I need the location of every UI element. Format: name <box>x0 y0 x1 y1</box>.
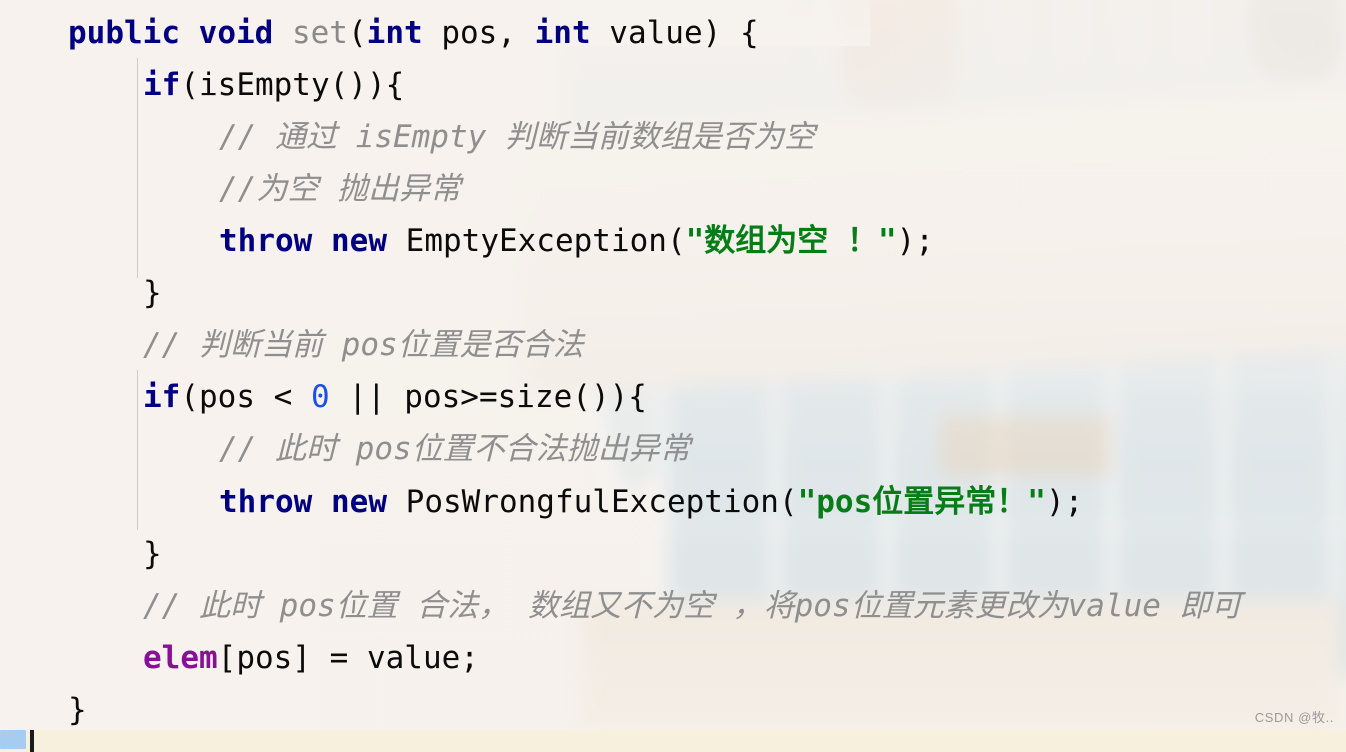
code-token: "数组为空 ！" <box>685 223 897 259</box>
code-token: pos, <box>422 15 535 51</box>
code-token: public <box>68 15 180 51</box>
code-token: } <box>143 536 162 572</box>
code-token: // 判断当前 pos位置是否合法 <box>143 327 584 363</box>
code-line[interactable]: if(pos < 0 || pos>=size()){ <box>0 372 1346 422</box>
code-line[interactable]: // 通过 isEmpty 判断当前数组是否为空 <box>0 112 1346 162</box>
code-line[interactable]: // 此时 pos位置不合法抛出异常 <box>0 424 1346 474</box>
code-line[interactable]: throw new PosWrongfulException("pos位置异常！… <box>0 477 1346 527</box>
code-line[interactable]: } <box>0 685 1346 735</box>
code-token: if <box>143 67 181 103</box>
code-token: set <box>291 15 348 51</box>
code-token: // 此时 pos位置不合法抛出异常 <box>219 431 691 467</box>
horizontal-scroll-thumb[interactable] <box>0 730 26 749</box>
code-token: // 通过 isEmpty 判断当前数组是否为空 <box>219 119 815 155</box>
code-token: (isEmpty()){ <box>180 67 405 103</box>
code-line[interactable]: //为空 抛出异常 <box>0 164 1346 214</box>
code-token: void <box>198 15 274 51</box>
code-line[interactable]: // 此时 pos位置 合法， 数组又不为空 ，将pos位置元素更改为value… <box>0 581 1346 631</box>
code-token: if <box>143 379 181 415</box>
code-token: new <box>331 484 387 520</box>
code-line[interactable]: // 判断当前 pos位置是否合法 <box>0 320 1346 370</box>
code-token: ); <box>896 223 934 259</box>
text-caret <box>30 730 34 752</box>
code-token: "pos位置异常！" <box>797 484 1046 520</box>
code-line[interactable]: } <box>0 529 1346 579</box>
code-line[interactable]: if(isEmpty()){ <box>0 60 1346 110</box>
code-token: elem <box>143 640 218 676</box>
code-line[interactable]: public void set(int pos, int value) { <box>0 8 1346 58</box>
code-token: ); <box>1045 484 1084 520</box>
code-token: } <box>143 275 162 311</box>
code-token: // 此时 pos位置 合法， 数组又不为空 ，将pos位置元素更改为value… <box>143 588 1242 624</box>
code-token: PosWrongfulException( <box>387 484 798 520</box>
code-token: int <box>534 15 591 51</box>
code-token: throw <box>219 484 313 520</box>
code-editor-screenshot: public void set(int pos, int value) {if(… <box>0 0 1346 752</box>
code-token: int <box>366 15 423 51</box>
code-token: (pos < <box>180 379 311 415</box>
code-token: //为空 抛出异常 <box>219 171 461 207</box>
code-token: value) { <box>590 15 759 51</box>
code-token: EmptyException( <box>387 223 686 259</box>
code-token: throw <box>219 223 313 259</box>
code-token: 0 <box>310 379 330 415</box>
code-line[interactable]: } <box>0 268 1346 318</box>
csdn-watermark: CSDN @牧.. <box>1254 710 1334 725</box>
code-line[interactable]: elem[pos] = value; <box>0 633 1346 683</box>
code-token: } <box>68 692 87 728</box>
code-token: [pos] = value; <box>217 640 479 676</box>
code-token: || pos>=size()){ <box>329 379 647 415</box>
code-token: new <box>331 223 387 259</box>
code-line[interactable]: throw new EmptyException("数组为空 ！"); <box>0 216 1346 266</box>
status-band <box>0 730 1346 752</box>
code-token: ( <box>347 15 367 51</box>
